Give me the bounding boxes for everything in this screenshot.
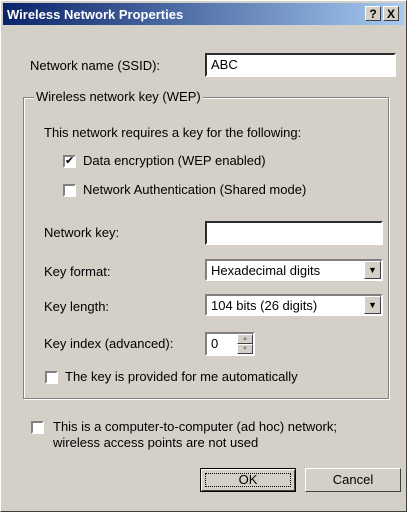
data-encryption-label[interactable]: Data encryption (WEP enabled) <box>83 153 266 168</box>
window-title: Wireless Network Properties <box>7 7 184 22</box>
auto-key-checkbox[interactable] <box>45 371 58 384</box>
network-auth-label[interactable]: Network Authentication (Shared mode) <box>83 182 306 197</box>
key-index-label: Key index (advanced): <box>44 336 174 351</box>
auto-key-label[interactable]: The key is provided for me automatically <box>65 369 298 384</box>
network-auth-checkbox[interactable] <box>63 184 76 197</box>
network-key-label: Network key: <box>44 225 120 240</box>
key-format-label: Key format: <box>44 264 111 279</box>
ssid-label: Network name (SSID): <box>30 58 161 73</box>
key-length-label: Key length: <box>44 299 110 314</box>
key-format-select[interactable]: Hexadecimal digits ▼ <box>205 259 383 281</box>
requires-key-text: This network requires a key for the foll… <box>44 125 302 140</box>
key-index-value: 0 <box>211 336 219 351</box>
chevron-down-icon[interactable]: ▼ <box>364 261 381 279</box>
key-format-value: Hexadecimal digits <box>211 263 321 278</box>
check-icon: ✔ <box>65 155 75 167</box>
network-key-input[interactable] <box>205 221 383 245</box>
adhoc-label-line1[interactable]: This is a computer-to-computer (ad hoc) … <box>53 419 337 434</box>
chevron-down-icon[interactable]: ▼ <box>364 296 381 314</box>
dialog-window: Wireless Network Properties ? X Network … <box>0 0 407 512</box>
key-length-select[interactable]: 104 bits (26 digits) ▼ <box>205 294 383 316</box>
close-button[interactable]: X <box>383 6 399 21</box>
spin-down-icon[interactable]: ▼ <box>237 344 253 354</box>
help-button[interactable]: ? <box>365 6 381 21</box>
title-bar[interactable]: Wireless Network Properties ? X <box>3 3 404 25</box>
spin-up-icon[interactable]: ▲ <box>237 334 253 344</box>
cancel-button-label: Cancel <box>332 472 374 487</box>
ssid-input[interactable]: ABC <box>205 53 396 77</box>
wep-group-label: Wireless network key (WEP) <box>34 89 203 104</box>
adhoc-checkbox[interactable] <box>31 421 44 434</box>
data-encryption-checkbox[interactable]: ✔ <box>63 155 76 168</box>
ok-button[interactable]: OK <box>200 468 296 492</box>
key-length-value: 104 bits (26 digits) <box>211 298 318 313</box>
focus-rect <box>205 473 291 487</box>
key-index-stepper[interactable]: 0 ▲ ▼ <box>205 332 255 356</box>
cancel-button[interactable]: Cancel <box>305 468 401 492</box>
adhoc-label-line2[interactable]: wireless access points are not used <box>53 435 258 450</box>
spin-buttons: ▲ ▼ <box>237 334 253 354</box>
